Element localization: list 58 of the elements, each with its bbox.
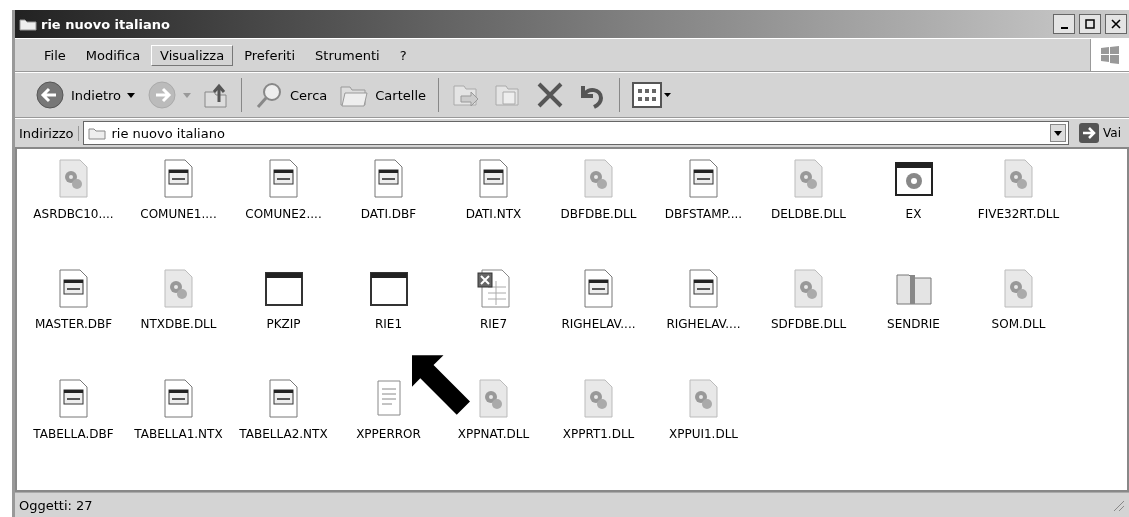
windows-logo-icon [1099, 44, 1121, 66]
search-button[interactable]: Cerca [250, 78, 332, 112]
menu-item[interactable]: File [35, 44, 75, 66]
file-name[interactable]: PKZIP [265, 317, 302, 331]
file-name[interactable]: SDFDBE.DLL [769, 317, 848, 331]
file-name[interactable]: TABELLA.DBF [32, 427, 115, 441]
file-name[interactable]: DATI.NTX [464, 207, 523, 221]
file-name[interactable]: DATI.DBF [359, 207, 418, 221]
caret-icon [127, 92, 136, 98]
file-name[interactable]: FIVE32RT.DLL [976, 207, 1061, 221]
go-button[interactable]: Vai [1073, 123, 1127, 143]
caret-icon [183, 92, 192, 98]
file-name[interactable]: RIE7 [478, 317, 509, 331]
menu-item[interactable]: Visualizza [151, 44, 234, 66]
pointer-arrow [412, 355, 470, 415]
arrow-right-icon [1079, 123, 1100, 143]
file-name[interactable]: XPPERROR [355, 427, 422, 441]
views-icon [632, 81, 672, 109]
file-name[interactable]: DBFSTAMP.... [663, 207, 744, 221]
file-name[interactable]: SOM.DLL [990, 317, 1047, 331]
window-title: rie nuovo italiano [41, 16, 170, 32]
file-name[interactable]: XPPRT1.DLL [561, 427, 636, 441]
file-name[interactable]: DELDBE.DLL [770, 207, 847, 221]
minimize-icon [1060, 27, 1068, 29]
file-name[interactable]: DBFDBE.DLL [559, 207, 638, 221]
address-field[interactable]: rie nuovo italiano [82, 121, 1070, 145]
folder-icon [87, 126, 106, 140]
resize-grip-icon[interactable] [1111, 498, 1125, 512]
file-name[interactable]: XPPUI1.DLL [667, 427, 740, 441]
minimize-button[interactable] [1053, 14, 1075, 34]
maximize-icon [1085, 19, 1095, 29]
file-name[interactable]: ASRDBC10.... [32, 207, 115, 221]
file-name[interactable]: COMUNE1.... [139, 207, 218, 221]
folder-icon [19, 17, 37, 31]
file-name[interactable]: XPPNAT.DLL [456, 427, 531, 441]
file-name[interactable]: TABELLA2.NTX [238, 427, 329, 441]
close-button[interactable] [1105, 14, 1127, 34]
file-name[interactable]: TABELLA1.NTX [133, 427, 224, 441]
menu-item[interactable]: Preferiti [235, 44, 305, 66]
file-name[interactable]: NTXDBE.DLL [139, 317, 218, 331]
menu-item[interactable]: Strumenti [306, 44, 389, 66]
folders-button[interactable]: Cartelle [335, 79, 430, 111]
file-name[interactable]: SENDRIE [886, 317, 941, 331]
close-icon [1111, 19, 1121, 29]
back-button[interactable]: Indietro [31, 78, 140, 112]
file-name[interactable]: RIGHELAV.... [665, 317, 742, 331]
file-name[interactable]: COMUNE2.... [244, 207, 323, 221]
menu-item[interactable]: ? [390, 44, 416, 66]
menu-item[interactable]: Modifica [76, 44, 150, 66]
status-text: Oggetti: 27 [19, 497, 93, 513]
delete-icon [535, 80, 565, 110]
file-name[interactable]: MASTER.DBF [33, 317, 114, 331]
maximize-button[interactable] [1079, 14, 1101, 34]
file-name[interactable]: RIGHELAV.... [560, 317, 637, 331]
file-name[interactable]: RIE1 [373, 317, 404, 331]
address-label: Indirizzo [19, 125, 79, 141]
file-name[interactable]: EX [904, 207, 923, 221]
dropdown-icon[interactable] [1050, 124, 1067, 142]
